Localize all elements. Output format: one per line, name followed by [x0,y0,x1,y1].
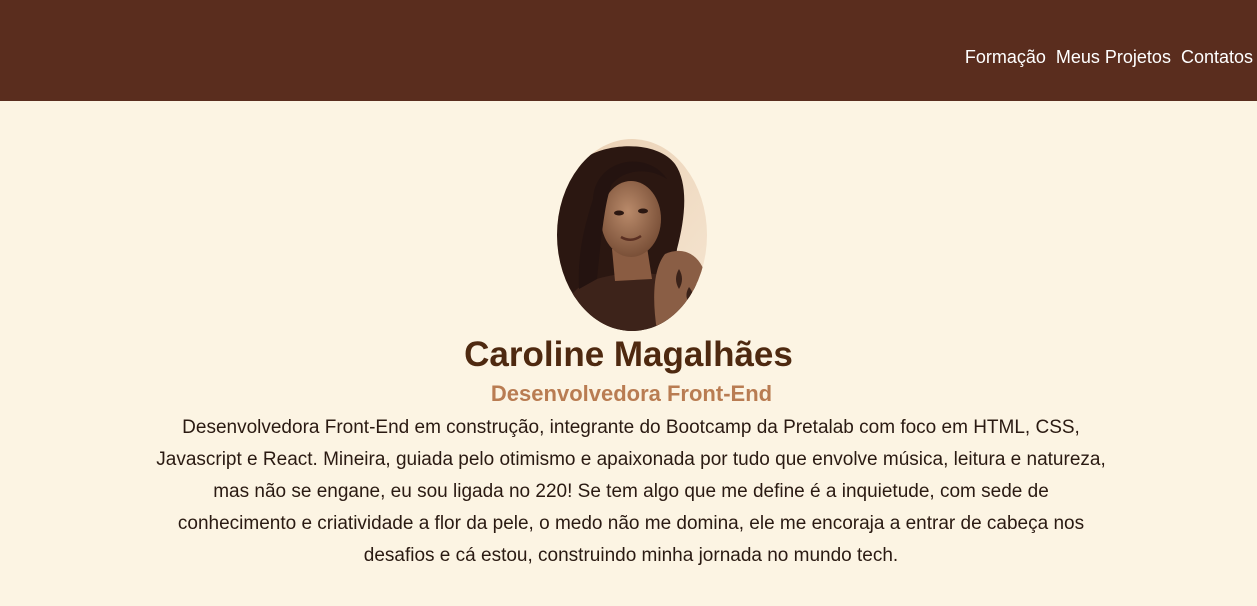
main-nav: Formação Meus Projetos Contatos [965,46,1253,68]
profile-photo [557,139,707,331]
profile-section: Caroline Magalhães Desenvolvedora Front-… [0,101,1257,606]
site-header: Formação Meus Projetos Contatos [0,0,1257,101]
nav-link-formacao[interactable]: Formação [965,46,1046,68]
profile-bio: Desenvolvedora Front-End em construção, … [156,417,1106,566]
profile-name: Caroline Magalhães [464,335,793,374]
profile-role: Desenvolvedora Front-End [490,381,773,406]
nav-link-meus-projetos[interactable]: Meus Projetos [1056,46,1171,68]
nav-link-contatos[interactable]: Contatos [1181,46,1253,68]
